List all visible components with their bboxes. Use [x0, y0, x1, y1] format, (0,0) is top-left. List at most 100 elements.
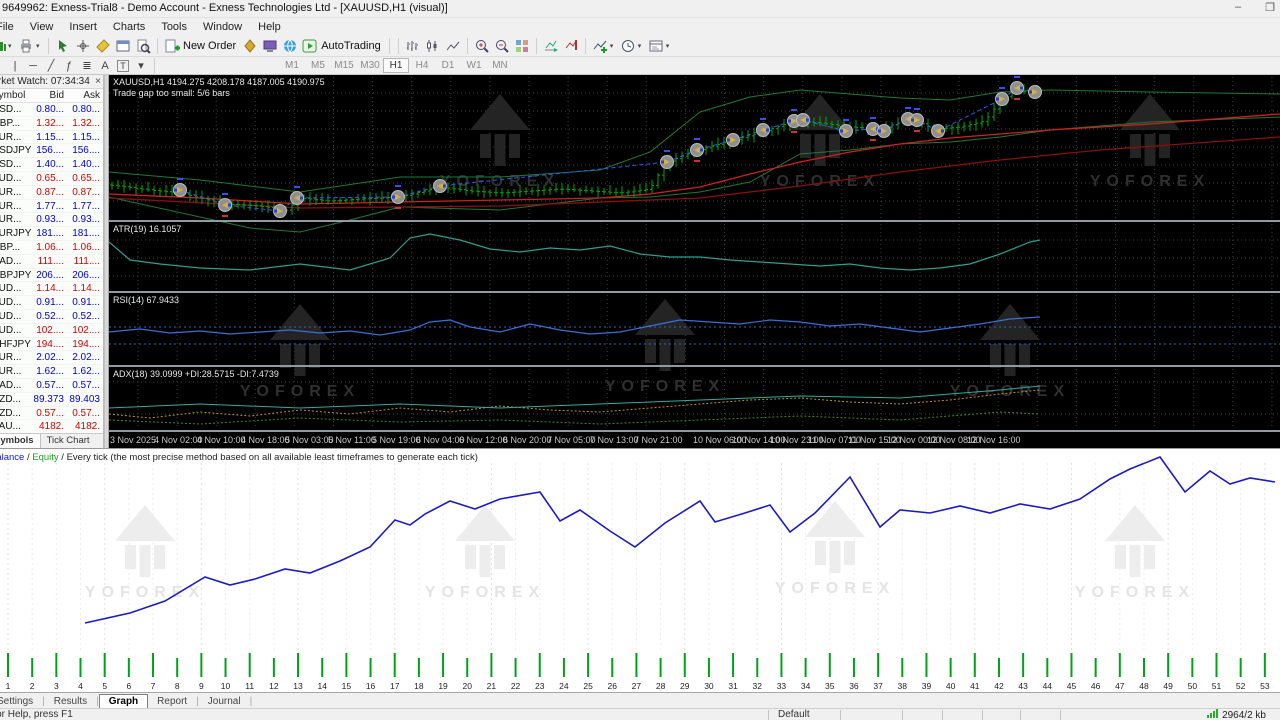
styler-icon[interactable]: [240, 37, 260, 55]
tester-graph-panel[interactable]: YOFOREX YOFOREX YOFOREX YOFOREX 1 2 3 4 5 6 7 8 9 10 1…: [0, 448, 1280, 692]
text-tool-icon[interactable]: A: [96, 60, 114, 72]
chart-canvas[interactable]: YOFOREX YOFOREX YOFOREXYOFOREX YOFOREX YOFOR…: [109, 75, 1280, 448]
market-watch-row[interactable]: EURJPY 181.... 181....: [0, 227, 103, 241]
text-label-tool-icon[interactable]: T: [114, 59, 132, 72]
tester-tab-graph[interactable]: Graph: [98, 694, 149, 708]
indicators-icon[interactable]: [590, 37, 610, 55]
tile-windows-icon[interactable]: [512, 37, 532, 55]
menu-insert[interactable]: Insert: [61, 20, 105, 34]
ask-cell: 0.91...: [72, 297, 100, 309]
strategy-tester-icon[interactable]: [133, 37, 153, 55]
market-watch-row[interactable]: EUR... 2.02... 2.02...: [0, 351, 103, 366]
new-order-icon[interactable]: [162, 37, 182, 55]
menu-charts[interactable]: Charts: [105, 20, 153, 34]
periods-dropdown-icon[interactable]: ▾: [638, 42, 646, 50]
fibonacci-tool-icon[interactable]: ƒ: [60, 60, 78, 72]
timeframe-h1[interactable]: H1: [383, 58, 409, 73]
market-watch-row[interactable]: GBP... 1.32... 1.32...: [0, 117, 103, 131]
tester-graph-canvas[interactable]: YOFOREX YOFOREX YOFOREX YOFOREX1 2 3 4 5 6 7 8 9 10 1…: [0, 449, 1280, 693]
market-watch-row[interactable]: EUR... 0.93... 0.93...: [0, 213, 103, 228]
market-watch-row[interactable]: AUD... 0.91... 0.91...: [0, 296, 103, 310]
templates-dropdown-icon[interactable]: ▾: [666, 42, 674, 50]
market-watch-row[interactable]: NZD... 0.57... 0.57...: [0, 407, 103, 421]
channel-tool-icon[interactable]: ≣: [78, 59, 96, 72]
timeframe-m5[interactable]: M5: [305, 59, 331, 72]
timeframe-d1[interactable]: D1: [435, 59, 461, 72]
zoom-out-icon[interactable]: [492, 37, 512, 55]
timeframe-m1[interactable]: M1: [279, 59, 305, 72]
menu-view[interactable]: View: [22, 20, 62, 34]
profile-indicator[interactable]: Default: [778, 709, 810, 720]
print-icon[interactable]: [16, 37, 36, 55]
market-watch-row[interactable]: GBPJPY 206.... 206....: [0, 269, 103, 283]
new-order-button[interactable]: New Order: [183, 40, 236, 52]
menu-bar: FileViewInsertChartsToolsWindowHelp: [0, 18, 1280, 35]
market-watch-row[interactable]: USD... 1.40... 1.40...: [0, 158, 103, 172]
close-icon[interactable]: ×: [95, 75, 101, 89]
market-watch-row[interactable]: EUR... 1.77... 1.77...: [0, 200, 103, 214]
market-watch-row[interactable]: GBP... 1.06... 1.06...: [0, 241, 103, 255]
timeframe-w1[interactable]: W1: [461, 59, 487, 72]
profiles-icon[interactable]: [113, 37, 133, 55]
menu-help[interactable]: Help: [250, 20, 289, 34]
market-watch-row[interactable]: AUD... 1.14... 1.14...: [0, 282, 103, 297]
horizontal-line-tool-icon[interactable]: ─: [24, 60, 42, 72]
tester-tab-report[interactable]: Report: [148, 695, 196, 708]
timeframe-mn[interactable]: MN: [487, 59, 513, 72]
bar-chart-icon[interactable]: [403, 37, 423, 55]
print-dropdown-icon[interactable]: ▾: [36, 42, 44, 50]
menu-tools[interactable]: Tools: [153, 20, 195, 34]
tester-tab-journal[interactable]: Journal: [199, 695, 250, 708]
new-chart-icon[interactable]: [93, 37, 113, 55]
auto-scroll-icon[interactable]: [541, 37, 561, 55]
menu-file[interactable]: File: [0, 20, 22, 34]
autotrading-icon[interactable]: [300, 37, 320, 55]
market-watch-row[interactable]: XAU... 4182. 4182.: [0, 420, 103, 434]
market-watch-row[interactable]: EUR... 1.15... 1.15...: [0, 131, 103, 145]
svg-text:YOFOREX: YOFOREX: [1090, 173, 1210, 190]
market-watch-row[interactable]: CHFJPY 194.... 194....: [0, 338, 103, 352]
market-watch-row[interactable]: CAD... 111.... 111....: [0, 255, 103, 269]
timeframe-h4[interactable]: H4: [409, 59, 435, 72]
cursor-icon[interactable]: [53, 37, 73, 55]
terminal-icon[interactable]: [260, 37, 280, 55]
periods-icon[interactable]: [618, 37, 638, 55]
balance-legend: Balance: [0, 452, 25, 463]
market-watch-row[interactable]: AUD... 0.65... 0.65...: [0, 172, 103, 186]
tester-tab-settings[interactable]: Settings: [0, 695, 42, 708]
vertical-line-tool-icon[interactable]: |: [6, 60, 24, 72]
market-watch-row[interactable]: CAD... 0.57... 0.57...: [0, 379, 103, 393]
market-watch-row[interactable]: EUR... 1.62... 1.62...: [0, 365, 103, 379]
market-watch-row[interactable]: NZD... 89.373 89.403: [0, 393, 103, 407]
market-watch-tab-symbols[interactable]: Symbols: [0, 434, 41, 448]
market-watch-row[interactable]: EUR... 0.87... 0.87...: [0, 186, 103, 200]
market-watch-row[interactable]: AUD... 102.... 102....: [0, 324, 103, 338]
candlestick-chart-icon[interactable]: [423, 37, 443, 55]
market-watch-tab-tick-chart[interactable]: Tick Chart: [41, 434, 96, 448]
crosshair-icon[interactable]: [73, 37, 93, 55]
svg-text:29: 29: [680, 681, 690, 691]
market-watch-row[interactable]: USD... 0.80... 0.80...: [0, 103, 103, 117]
indicators-dropdown-icon[interactable]: ▾: [610, 42, 618, 50]
market-watch-row[interactable]: AUD... 0.52... 0.52...: [0, 310, 103, 324]
trade-marker: [931, 124, 945, 138]
tester-tab-results[interactable]: Results: [45, 695, 96, 708]
mql-community-icon[interactable]: [280, 37, 300, 55]
chart-shift-icon[interactable]: [561, 37, 581, 55]
chart-type-icon[interactable]: [0, 37, 8, 55]
templates-icon[interactable]: [646, 37, 666, 55]
timeframe-m15[interactable]: M15: [331, 59, 357, 72]
menu-window[interactable]: Window: [195, 20, 250, 34]
shapes-dropdown-icon[interactable]: ▾: [132, 59, 150, 72]
maximize-icon[interactable]: ❐: [1258, 1, 1280, 16]
line-chart-icon[interactable]: [443, 37, 463, 55]
market-watch-row[interactable]: USDJPY 156.... 156....: [0, 144, 103, 159]
chart-area[interactable]: YOFOREX YOFOREX YOFOREX YOFOREX YOFOREX YOFOR…: [109, 75, 1280, 448]
trendline-tool-icon[interactable]: ╱: [42, 59, 60, 72]
minimize-icon[interactable]: –: [1226, 1, 1250, 16]
svg-text:7: 7: [151, 681, 156, 691]
zoom-in-icon[interactable]: [472, 37, 492, 55]
timeframe-m30[interactable]: M30: [357, 59, 383, 72]
autotrading-button[interactable]: AutoTrading: [321, 40, 381, 52]
chart-type-dropdown-icon[interactable]: ▾: [8, 42, 16, 50]
